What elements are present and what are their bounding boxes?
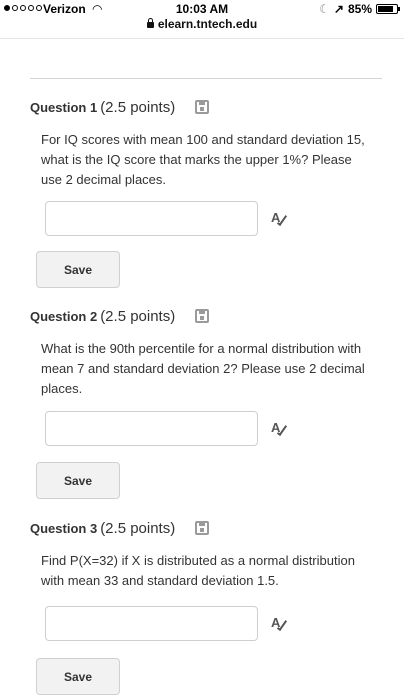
floppy-disk-icon[interactable]	[195, 309, 210, 323]
floppy-disk-icon[interactable]	[195, 521, 210, 535]
answer-row-3: A	[45, 606, 288, 641]
save-button[interactable]: Save	[36, 251, 120, 288]
battery-icon	[376, 4, 400, 14]
spell-check-icon[interactable]: A	[271, 210, 288, 227]
spell-check-icon[interactable]: A	[271, 420, 288, 437]
save-button[interactable]: Save	[36, 462, 120, 499]
question-text: For IQ scores with mean 100 and standard…	[41, 132, 365, 187]
content-divider	[30, 78, 382, 79]
question-3: Question 3 (2.5 points) Find P(X=32) if …	[30, 518, 400, 591]
question-points: (2.5 points)	[100, 98, 176, 116]
address-bar[interactable]: elearn.tntech.edu	[0, 17, 404, 31]
toolbar-divider	[0, 38, 404, 39]
floppy-disk-icon[interactable]	[195, 100, 210, 114]
question-title: Question 3	[30, 520, 98, 536]
status-right: ☾ ↗ 85%	[319, 2, 400, 16]
question-title: Question 1	[30, 99, 98, 115]
answer-row-1: A	[45, 201, 288, 236]
answer-input[interactable]	[45, 411, 258, 446]
spell-check-icon[interactable]: A	[271, 615, 288, 632]
status-bar: Verizon ◠ 10:03 AM ☾ ↗ 85%	[0, 0, 404, 18]
question-text: What is the 90th percentile for a normal…	[41, 341, 365, 396]
answer-input[interactable]	[45, 201, 258, 236]
url-text: elearn.tntech.edu	[157, 17, 258, 31]
question-title: Question 2	[30, 308, 98, 324]
answer-row-2: A	[45, 411, 288, 446]
save-button[interactable]: Save	[36, 658, 120, 695]
moon-icon: ☾	[319, 2, 330, 16]
question-1: Question 1 (2.5 points) For IQ scores wi…	[30, 97, 400, 190]
question-text: Find P(X=32) if X is distributed as a no…	[41, 553, 355, 588]
question-2: Question 2 (2.5 points) What is the 90th…	[30, 306, 400, 399]
battery-percent: 85%	[347, 2, 372, 16]
answer-input[interactable]	[45, 606, 258, 641]
location-arrow-icon: ↗	[333, 2, 344, 16]
lock-icon	[146, 18, 154, 28]
question-points: (2.5 points)	[100, 519, 176, 537]
question-points: (2.5 points)	[100, 307, 176, 325]
